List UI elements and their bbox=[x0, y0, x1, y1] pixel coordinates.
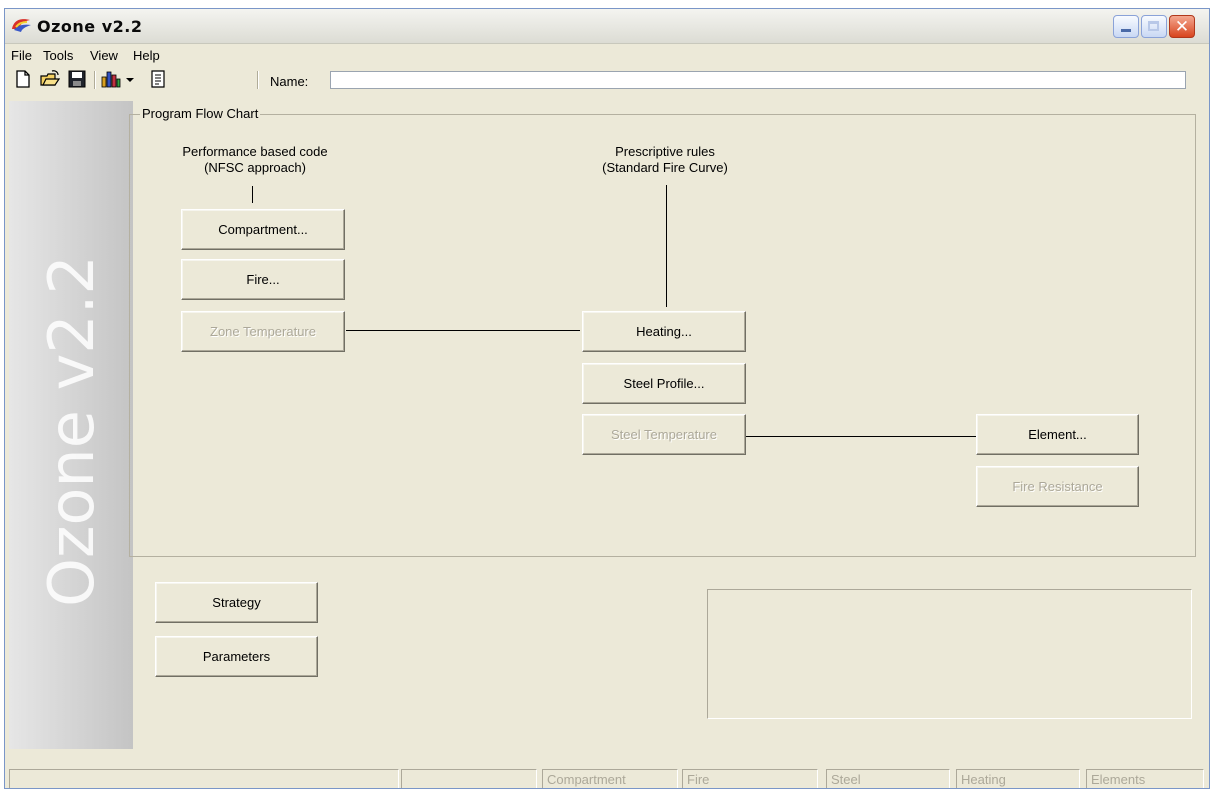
performance-caption-line: (NFSC approach) bbox=[204, 160, 306, 175]
info-panel bbox=[707, 589, 1192, 719]
status-panel-elements: Elements bbox=[1086, 769, 1204, 788]
status-panel bbox=[401, 769, 537, 788]
status-panel-steel: Steel bbox=[826, 769, 950, 788]
status-panel-heating: Heating bbox=[956, 769, 1080, 788]
dropdown-arrow-icon[interactable] bbox=[123, 69, 137, 89]
sidebar-brand-panel: Ozone v2.2 bbox=[9, 101, 133, 749]
performance-caption: Performance based code (NFSC approach) bbox=[155, 144, 355, 176]
connector-line bbox=[252, 186, 253, 203]
menu-view[interactable]: View bbox=[90, 48, 118, 63]
connector-line bbox=[346, 330, 580, 331]
toolbar-separator bbox=[94, 71, 96, 89]
new-file-icon[interactable] bbox=[13, 69, 33, 89]
menu-help[interactable]: Help bbox=[133, 48, 160, 63]
save-icon[interactable] bbox=[67, 69, 87, 89]
menu-bar: File Tools View Help bbox=[5, 45, 1209, 65]
menu-file[interactable]: File bbox=[11, 48, 32, 63]
open-folder-icon[interactable] bbox=[40, 69, 60, 89]
prescriptive-caption-line: (Standard Fire Curve) bbox=[602, 160, 728, 175]
ozone-app-icon bbox=[12, 19, 31, 32]
prescriptive-caption-line: Prescriptive rules bbox=[615, 144, 715, 159]
connector-line bbox=[666, 185, 667, 307]
compartment-button[interactable]: Compartment... bbox=[181, 209, 345, 250]
chart-icon[interactable] bbox=[101, 69, 121, 89]
prescriptive-caption: Prescriptive rules (Standard Fire Curve) bbox=[565, 144, 765, 176]
main-window: Ozone v2.2 ✕ File Tools View Help Name: … bbox=[4, 8, 1210, 789]
window-title: Ozone v2.2 bbox=[37, 17, 143, 36]
strategy-button[interactable]: Strategy bbox=[155, 582, 318, 623]
sidebar-watermark: Ozone v2.2 bbox=[35, 255, 108, 607]
maximize-button[interactable] bbox=[1141, 15, 1167, 38]
status-panel-fire: Fire bbox=[682, 769, 818, 788]
status-panel bbox=[9, 769, 399, 788]
name-label: Name: bbox=[270, 74, 309, 89]
steel-temperature-button[interactable]: Steel Temperature bbox=[582, 414, 746, 455]
menu-tools[interactable]: Tools bbox=[43, 48, 73, 63]
name-input[interactable] bbox=[330, 71, 1186, 89]
parameters-button[interactable]: Parameters bbox=[155, 636, 318, 677]
close-icon: ✕ bbox=[1174, 16, 1190, 37]
toolbar-separator bbox=[257, 71, 259, 89]
performance-caption-line: Performance based code bbox=[182, 144, 328, 159]
connector-line bbox=[746, 436, 976, 437]
status-panel-compartment: Compartment bbox=[542, 769, 678, 788]
steel-profile-button[interactable]: Steel Profile... bbox=[582, 363, 746, 404]
fire-button[interactable]: Fire... bbox=[181, 259, 345, 300]
element-button[interactable]: Element... bbox=[976, 414, 1139, 455]
minimize-icon bbox=[1121, 29, 1131, 32]
minimize-button[interactable] bbox=[1113, 15, 1139, 38]
report-icon[interactable] bbox=[148, 69, 168, 89]
status-bar: Compartment Fire Steel Heating Elements bbox=[5, 767, 1209, 788]
zone-temperature-button[interactable]: Zone Temperature bbox=[181, 311, 345, 352]
toolbar: Name: bbox=[5, 67, 1209, 95]
maximize-icon bbox=[1148, 21, 1159, 31]
group-title: Program Flow Chart bbox=[140, 106, 261, 121]
close-button[interactable]: ✕ bbox=[1169, 15, 1195, 38]
heating-button[interactable]: Heating... bbox=[582, 311, 746, 352]
title-bar: Ozone v2.2 ✕ bbox=[5, 9, 1209, 44]
fire-resistance-button[interactable]: Fire Resistance bbox=[976, 466, 1139, 507]
